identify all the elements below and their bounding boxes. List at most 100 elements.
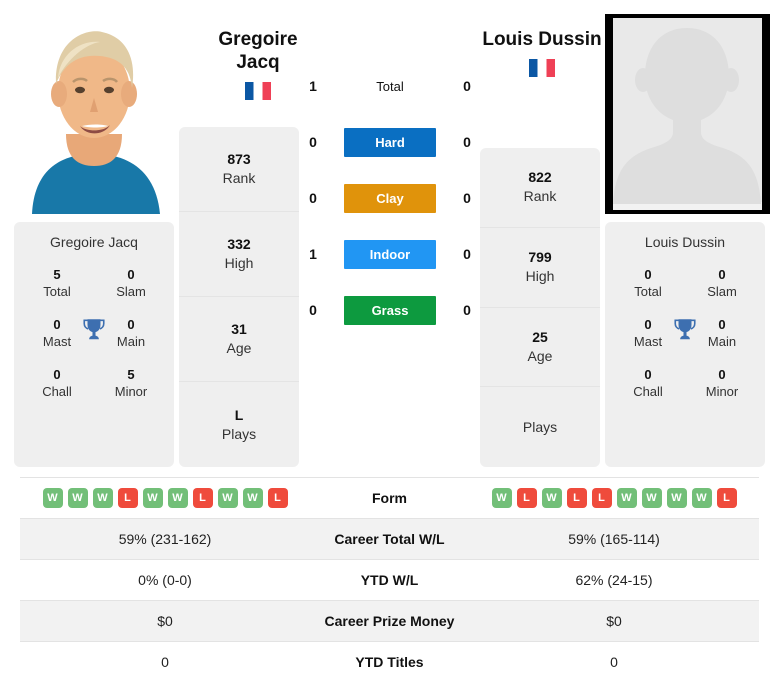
surface-label-grass[interactable]: Grass: [344, 295, 436, 325]
player-photo-image: [14, 14, 174, 214]
left-player-photo[interactable]: [14, 14, 174, 214]
right-titles-main-value: 0: [718, 317, 726, 332]
surface-label-indoor[interactable]: Indoor: [344, 239, 436, 269]
left-titles-minor-value: 5: [127, 367, 135, 382]
right-titles-grid: 0 Total 0 Slam 0 Mast 0 Main 0 Chall 0 M…: [605, 266, 765, 400]
surface-label-total: Total: [376, 78, 404, 94]
right-titles-minor: 0 Minor: [691, 366, 753, 400]
comparison-table: W W W L W W L W W L Form W L W L L W W W…: [20, 477, 759, 683]
right-stat-age: 25 Age: [480, 308, 600, 388]
left-titles-slam-label: Slam: [116, 284, 146, 299]
left-hard-value: 0: [309, 134, 317, 150]
left-titles-chall-label: Chall: [42, 384, 72, 399]
table-row-ytd-titles: 0 YTD Titles 0: [20, 641, 759, 683]
right-rank-label: Rank: [523, 188, 557, 205]
left-age-value: 31: [231, 321, 247, 337]
row-label-ytd-titles: YTD Titles: [355, 654, 424, 671]
left-titles-mast: 0 Mast: [26, 316, 88, 350]
left-stat-age: 31 Age: [179, 297, 299, 382]
left-titles-main-label: Main: [116, 334, 146, 349]
right-titles-main: 0 Main: [691, 316, 753, 350]
right-titles-mast-label: Mast: [633, 334, 663, 349]
left-stat-rank: 873 Rank: [179, 127, 299, 212]
right-card-player-name: Louis Dussin: [644, 234, 726, 250]
form-badge: W: [167, 488, 188, 508]
right-high-value: 799: [528, 249, 552, 266]
left-indoor-value: 1: [309, 246, 317, 262]
left-card-player-name: Gregoire Jacq: [50, 234, 138, 250]
form-badge: W: [92, 488, 113, 508]
row-label-ytd-wl: YTD W/L: [360, 572, 419, 588]
left-titles-main-value: 0: [127, 317, 135, 332]
surface-row-grass: 0 Grass 0: [300, 282, 480, 338]
left-titles-slam-value: 0: [127, 267, 135, 282]
form-badge: L: [192, 488, 213, 508]
right-age-label: Age: [527, 347, 553, 364]
right-titles-total-label: Total: [634, 284, 662, 299]
right-titles-row-3: 0 Chall 0 Minor: [617, 366, 753, 400]
form-badge: W: [142, 488, 163, 508]
left-titles-total-value: 5: [53, 267, 61, 282]
form-badge: L: [117, 488, 138, 508]
surface-row-total: 1 Total 0: [300, 58, 480, 114]
left-titles-total-label: Total: [43, 284, 71, 299]
left-titles-grid: 5 Total 0 Slam 0 Mast 0 Main 0 Chall 5 M…: [14, 266, 174, 400]
surface-comparison: 1 Total 0 0 Hard 0 0 Clay 0 1 Indoor 0 0…: [300, 58, 480, 338]
left-age-label: Age: [226, 340, 252, 356]
right-player-name-header: Louis Dussin: [462, 28, 622, 82]
left-titles-main: 0 Main: [100, 316, 162, 350]
left-titles-chall-value: 0: [53, 367, 61, 382]
left-plays-value: L: [234, 406, 244, 423]
form-badge: W: [616, 488, 637, 508]
form-badge: L: [716, 488, 737, 508]
form-badge: W: [666, 488, 687, 508]
form-badge: W: [42, 488, 63, 508]
table-row-ytd-wl: 0% (0-0) YTD W/L 62% (24-15): [20, 559, 759, 601]
placeholder-avatar-icon: [605, 14, 770, 214]
right-ytd-wl: 62% (24-15): [575, 572, 653, 588]
left-player-name-line1: Gregoire: [218, 29, 298, 50]
surface-label-clay[interactable]: Clay: [344, 183, 436, 213]
surface-row-indoor: 1 Indoor 0: [300, 226, 480, 282]
left-rank-label: Rank: [222, 170, 256, 186]
right-titles-row-1: 0 Total 0 Slam: [617, 266, 753, 300]
right-titles-total-value: 0: [644, 267, 652, 282]
form-badge: W: [67, 488, 88, 508]
right-career-prize-money: $0: [606, 613, 622, 629]
trophy-icon: [674, 319, 696, 340]
left-ytd-wl: 0% (0-0): [138, 572, 192, 588]
left-titles-card: Gregoire Jacq 5 Total 0 Slam 0 Mast 0 Ma…: [14, 222, 174, 467]
trophy-icon: [83, 319, 105, 340]
form-badge: W: [217, 488, 238, 508]
right-hard-value: 0: [463, 134, 471, 150]
left-titles-chall: 0 Chall: [26, 366, 88, 400]
left-clay-value: 0: [309, 190, 317, 206]
right-titles-mast: 0 Mast: [617, 316, 679, 350]
left-ytd-titles: 0: [161, 654, 169, 671]
form-badge: W: [541, 488, 562, 508]
surface-label-hard[interactable]: Hard: [344, 127, 436, 157]
left-titles-row-1: 5 Total 0 Slam: [26, 266, 162, 300]
form-badge: L: [516, 488, 537, 508]
right-plays-label: Plays: [522, 418, 558, 435]
form-badge: W: [242, 488, 263, 508]
surface-row-clay: 0 Clay 0: [300, 170, 480, 226]
left-rank-value: 873: [227, 151, 251, 167]
left-titles-minor-label: Minor: [114, 384, 148, 399]
right-stat-plays: Plays: [480, 387, 600, 467]
right-titles-minor-value: 0: [718, 367, 726, 382]
left-high-value: 332: [227, 236, 251, 252]
left-form-badges: W W W L W W L W W L: [20, 488, 310, 508]
right-indoor-value: 0: [463, 246, 471, 262]
left-plays-label: Plays: [221, 425, 257, 442]
right-stat-high: 799 High: [480, 228, 600, 308]
left-stat-plays: L Plays: [179, 382, 299, 467]
right-player-photo[interactable]: [605, 14, 770, 214]
left-high-label: High: [224, 255, 254, 271]
table-row-career-prize-money: $0 Career Prize Money $0: [20, 600, 759, 642]
form-badge: W: [491, 488, 512, 508]
right-titles-slam-value: 0: [718, 267, 726, 282]
form-badge: L: [591, 488, 612, 508]
right-stat-card: 822 Rank 799 High 25 Age Plays: [480, 148, 600, 467]
row-label-career-total-wl: Career Total W/L: [334, 531, 445, 547]
